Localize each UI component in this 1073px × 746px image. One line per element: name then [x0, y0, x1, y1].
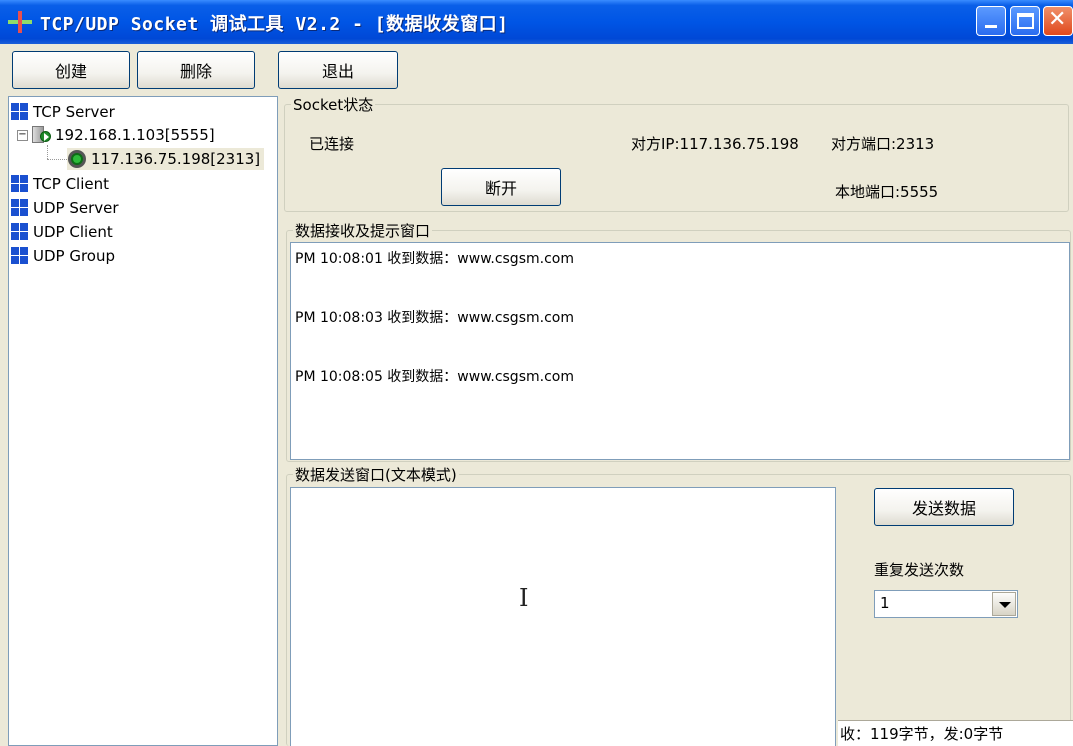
exit-button[interactable]: 退出 — [278, 51, 398, 89]
delete-button[interactable]: 删除 — [137, 51, 255, 89]
tree-label: UDP Group — [33, 247, 116, 265]
tree-item-tcp-client[interactable]: TCP Client — [11, 173, 109, 195]
app-icon — [8, 11, 32, 33]
connection-tree[interactable]: TCP Server − 192.168.1.103[5555] 117.136… — [8, 96, 278, 746]
receive-line: PM 10:08:03 收到数据：www.csgsm.com — [295, 310, 574, 326]
tree-label: UDP Server — [33, 199, 119, 217]
connected-client-icon — [67, 149, 87, 169]
grid-icon — [11, 199, 29, 217]
tree-connector-line — [47, 159, 67, 160]
group-title: 数据接收及提示窗口 — [293, 220, 433, 241]
repeat-count-value: 1 — [880, 594, 890, 612]
tree-item-client-node[interactable]: 117.136.75.198[2313] — [67, 148, 265, 170]
tree-label: TCP Client — [33, 175, 109, 193]
toolbar: 创建 删除 退出 — [0, 44, 1073, 94]
tree-connector-line — [47, 145, 48, 159]
grid-icon — [11, 103, 29, 121]
tree-item-tcp-server[interactable]: TCP Server — [11, 101, 115, 123]
maximize-button[interactable] — [1010, 6, 1040, 36]
tree-item-server-node[interactable]: − 192.168.1.103[5555] — [17, 124, 215, 146]
send-data-button[interactable]: 发送数据 — [874, 488, 1014, 526]
tree-item-udp-server[interactable]: UDP Server — [11, 197, 119, 219]
tree-item-udp-client[interactable]: UDP Client — [11, 221, 113, 243]
disconnect-button[interactable]: 断开 — [441, 168, 561, 206]
tree-label: 117.136.75.198[2313] — [91, 150, 261, 168]
text-cursor-icon: I — [519, 584, 529, 612]
close-button[interactable]: ✕ — [1043, 6, 1073, 36]
tree-item-udp-group[interactable]: UDP Group — [11, 245, 115, 267]
send-textarea[interactable] — [290, 487, 836, 746]
close-icon: ✕ — [1048, 7, 1067, 32]
server-icon — [31, 125, 53, 145]
remote-ip: 对方IP:117.136.75.198 — [631, 135, 799, 153]
tree-label: 192.168.1.103[5555] — [55, 126, 215, 144]
grid-icon — [11, 247, 29, 265]
status-counts: 收：119字节，发:0字节 — [838, 720, 1073, 746]
receive-line: PM 10:08:05 收到数据：www.csgsm.com — [295, 369, 574, 385]
title-bar[interactable]: TCP/UDP Socket 调试工具 V2.2 - [数据收发窗口] ✕ — [0, 0, 1073, 44]
minimize-button[interactable] — [976, 6, 1006, 36]
remote-port: 对方端口:2313 — [831, 135, 935, 153]
maximize-icon — [1017, 13, 1034, 29]
local-port: 本地端口:5555 — [835, 183, 939, 201]
grid-icon — [11, 223, 29, 241]
window-title: TCP/UDP Socket 调试工具 V2.2 - [数据收发窗口] — [40, 14, 509, 35]
repeat-count-label: 重复发送次数 — [874, 561, 965, 579]
receive-textarea[interactable]: PM 10:08:01 收到数据：www.csgsm.com PM 10:08:… — [290, 242, 1070, 460]
chevron-down-icon[interactable] — [992, 592, 1016, 616]
grid-icon — [11, 175, 29, 193]
tree-label: UDP Client — [33, 223, 113, 241]
group-title: 数据发送窗口(文本模式) — [293, 464, 459, 485]
create-button[interactable]: 创建 — [12, 51, 130, 89]
minimize-icon — [985, 25, 997, 28]
connection-state: 已连接 — [309, 135, 355, 153]
socket-status-group: Socket状态 已连接 对方IP:117.136.75.198 对方端口:23… — [284, 94, 1069, 212]
receive-line: PM 10:08:01 收到数据：www.csgsm.com — [295, 251, 574, 267]
group-title: Socket状态 — [291, 94, 376, 115]
collapse-icon: − — [17, 128, 28, 141]
tree-label: TCP Server — [33, 103, 115, 121]
repeat-count-select[interactable]: 1 — [874, 590, 1018, 618]
